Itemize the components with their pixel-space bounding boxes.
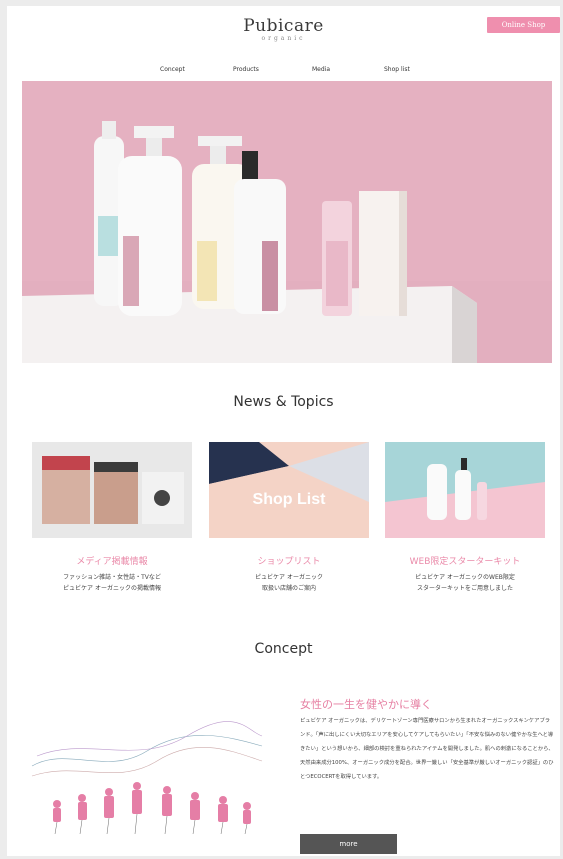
slider-dots (272, 353, 323, 363)
card-media-desc: ファッション雑誌・女性誌・TVなど ピュビケア オーガニックの掲載情報 (32, 572, 192, 594)
card-media-image[interactable] (32, 442, 192, 538)
logo-subtext: organic (261, 35, 306, 42)
concept-section-title: Concept (254, 641, 313, 657)
shop-list-banner: Shop List (209, 442, 369, 538)
starter-kit-image (385, 442, 545, 538)
more-button[interactable]: more (300, 834, 397, 854)
concept-body: ピュビケア オーガニックは、デリケートゾーン専門医療サロンから生まれたオーガニッ… (300, 718, 554, 780)
site-logo[interactable]: Pubicare organic (7, 16, 560, 42)
nav-concept[interactable]: Concept (160, 66, 185, 73)
hero-product-image (22, 81, 552, 363)
card-starterkit-desc-line-2: スターターキットをご用意しました (416, 585, 513, 592)
card-media-desc-line-2: ピュビケア オーガニックの掲載情報 (63, 585, 161, 592)
online-shop-button[interactable]: Online Shop (487, 17, 560, 33)
news-section-title: News & Topics (233, 394, 334, 410)
card-shoplist-image[interactable]: Shop List (209, 442, 369, 538)
logo-text: Pubicare (243, 16, 324, 36)
concept-illustration (27, 706, 267, 846)
concept-heading: 女性の一生を健やかに導く (300, 698, 432, 711)
hero-slider[interactable] (22, 81, 552, 363)
card-media-desc-line-1: ファッション雑誌・女性誌・TVなど (63, 574, 161, 581)
card-starterkit-title[interactable]: WEB限定スターターキット (385, 554, 545, 567)
main-nav: Concept Products Media Shop list (7, 66, 560, 78)
page: Pubicare organic Online Shop Concept Pro… (7, 6, 560, 856)
nav-shop-list[interactable]: Shop list (384, 66, 410, 73)
card-shoplist-title[interactable]: ショップリスト (209, 554, 369, 567)
card-starterkit-image[interactable] (385, 442, 545, 538)
card-media-title[interactable]: メディア掲載情報 (32, 554, 192, 567)
magazine-covers-image (32, 442, 192, 538)
shop-list-banner-text: Shop List (253, 491, 327, 508)
card-shoplist-desc-line-2: 取扱い店舗のご案内 (261, 585, 316, 592)
nav-media[interactable]: Media (312, 66, 330, 73)
card-shoplist-desc: ピュビケア オーガニック 取扱い店舗のご案内 (209, 572, 369, 594)
card-starterkit-desc: ピュビケア オーガニックのWEB限定 スターターキットをご用意しました (385, 572, 545, 594)
card-shoplist-desc-line-1: ピュビケア オーガニック (255, 574, 323, 581)
nav-products[interactable]: Products (233, 66, 259, 73)
card-starterkit-desc-line-1: ピュビケア オーガニックのWEB限定 (415, 574, 515, 581)
